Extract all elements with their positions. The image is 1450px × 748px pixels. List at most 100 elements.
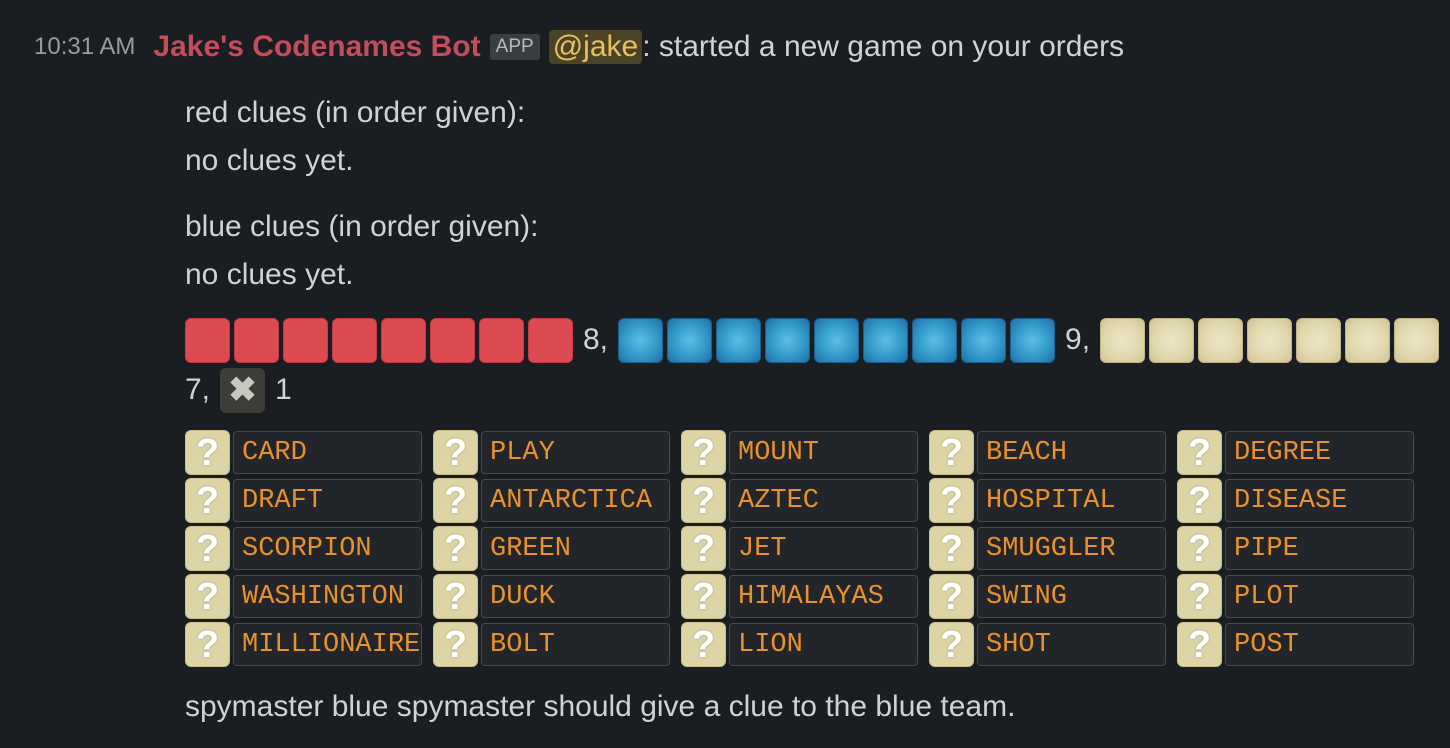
team-card-legend: 8, 9, 7, ✖ 1 [185,315,1440,415]
card-word: GREEN [481,527,670,570]
message-header: 10:31 AM Jake's Codenames Bot APP @jake … [34,22,1124,72]
board-card: ? SWING [929,574,1177,619]
blue-card-icon [716,317,762,363]
board-card: ? DISEASE [1177,478,1425,523]
question-mark-icon: ? [1187,431,1212,474]
card-word: HOSPITAL [977,479,1166,522]
red-card-icon [430,317,475,363]
hidden-card-icon: ? [1177,622,1222,667]
blue-count: 9, [1065,323,1091,356]
question-mark-icon: ? [691,623,716,666]
question-mark-icon: ? [691,431,716,474]
red-clues-heading: red clues (in order given): [185,96,526,129]
board-card: ? ANTARCTICA [433,478,681,523]
card-word: LION [729,623,918,666]
message-header-text: : started a new game on your orders [642,30,1125,63]
board-card: ? HIMALAYAS [681,574,929,619]
hidden-card-icon: ? [185,478,230,523]
blue-card-icon [1010,317,1056,363]
card-word: CARD [233,431,422,474]
hidden-card-icon: ? [433,574,478,619]
question-mark-icon: ? [691,575,716,618]
red-card-icon [528,317,573,363]
card-word: DISEASE [1225,479,1414,522]
card-word: BOLT [481,623,670,666]
card-word: SHOT [977,623,1166,666]
question-mark-icon: ? [1187,527,1212,570]
blue-clues-value: no clues yet. [185,258,354,291]
board-card: ? CARD [185,430,433,475]
card-word: SCORPION [233,527,422,570]
question-mark-icon: ? [443,623,468,666]
card-word: PLAY [481,431,670,474]
red-card-icon [185,317,230,363]
blue-card-icon [863,317,909,363]
legend-row: 7, ✖ 1 [185,365,1435,415]
question-mark-icon: ? [195,623,220,666]
red-card-icon [234,317,279,363]
board-card: ? PLOT [1177,574,1425,619]
bot-message: 10:31 AM Jake's Codenames Bot APP @jake … [0,0,1450,748]
question-mark-icon: ? [1187,623,1212,666]
question-mark-icon: ? [691,527,716,570]
sender-name[interactable]: Jake's Codenames Bot [153,30,480,64]
codenames-board: ? CARD? PLAY? MOUNT? BEACH? DEGREE? DRAFT? ANTA… [185,430,1425,667]
hidden-card-icon: ? [929,430,974,475]
hidden-card-icon: ? [185,526,230,571]
hidden-card-icon: ? [681,430,726,475]
message-timestamp[interactable]: 10:31 AM [34,33,135,61]
board-card: ? DEGREE [1177,430,1425,475]
hidden-card-icon: ? [681,526,726,571]
card-word: DUCK [481,575,670,618]
hidden-card-icon: ? [185,622,230,667]
hidden-card-icon: ? [929,526,974,571]
red-count: 8, [583,323,609,356]
question-mark-icon: ? [443,575,468,618]
card-word: SWING [977,575,1166,618]
board-card: ? SMUGGLER [929,526,1177,571]
question-mark-icon: ? [443,431,468,474]
hidden-card-icon: ? [433,430,478,475]
hidden-card-icon: ? [185,574,230,619]
neutral-card-icon [1149,317,1195,363]
hidden-card-icon: ? [433,526,478,571]
red-card-icon [381,317,426,363]
card-word: PIPE [1225,527,1414,570]
card-word: MILLIONAIRE [233,623,422,666]
red-card-icon [283,317,328,363]
hidden-card-icon: ? [1177,478,1222,523]
question-mark-icon: ? [939,527,964,570]
question-mark-icon: ? [443,527,468,570]
card-word: DEGREE [1225,431,1414,474]
neutral-count: 7, [185,373,211,406]
neutral-card-icon [1247,317,1293,363]
hidden-card-icon: ? [433,478,478,523]
card-word: HIMALAYAS [729,575,918,618]
board-card: ? HOSPITAL [929,478,1177,523]
blue-card-icon [618,317,664,363]
question-mark-icon: ? [939,575,964,618]
legend-row: 8, 9, [185,315,1440,365]
board-card: ? SHOT [929,622,1177,667]
blue-card-icon [667,317,713,363]
red-card-icon [332,317,377,363]
blue-card-icon [765,317,811,363]
user-mention[interactable]: @jake [548,30,643,64]
blue-card-icon [961,317,1007,363]
hidden-card-icon: ? [185,430,230,475]
assassin-card-icon: ✖ [220,367,266,413]
neutral-card-icon [1296,317,1342,363]
question-mark-icon: ? [195,479,220,522]
hidden-card-icon: ? [929,478,974,523]
board-card: ? LION [681,622,929,667]
question-mark-icon: ? [1187,575,1212,618]
hidden-card-icon: ? [1177,430,1222,475]
neutral-card-icon [1100,317,1146,363]
board-card: ? DRAFT [185,478,433,523]
board-card: ? DUCK [433,574,681,619]
question-mark-icon: ? [195,431,220,474]
hidden-card-icon: ? [681,574,726,619]
hidden-card-icon: ? [681,622,726,667]
hidden-card-icon: ? [1177,574,1222,619]
board-card: ? AZTEC [681,478,929,523]
